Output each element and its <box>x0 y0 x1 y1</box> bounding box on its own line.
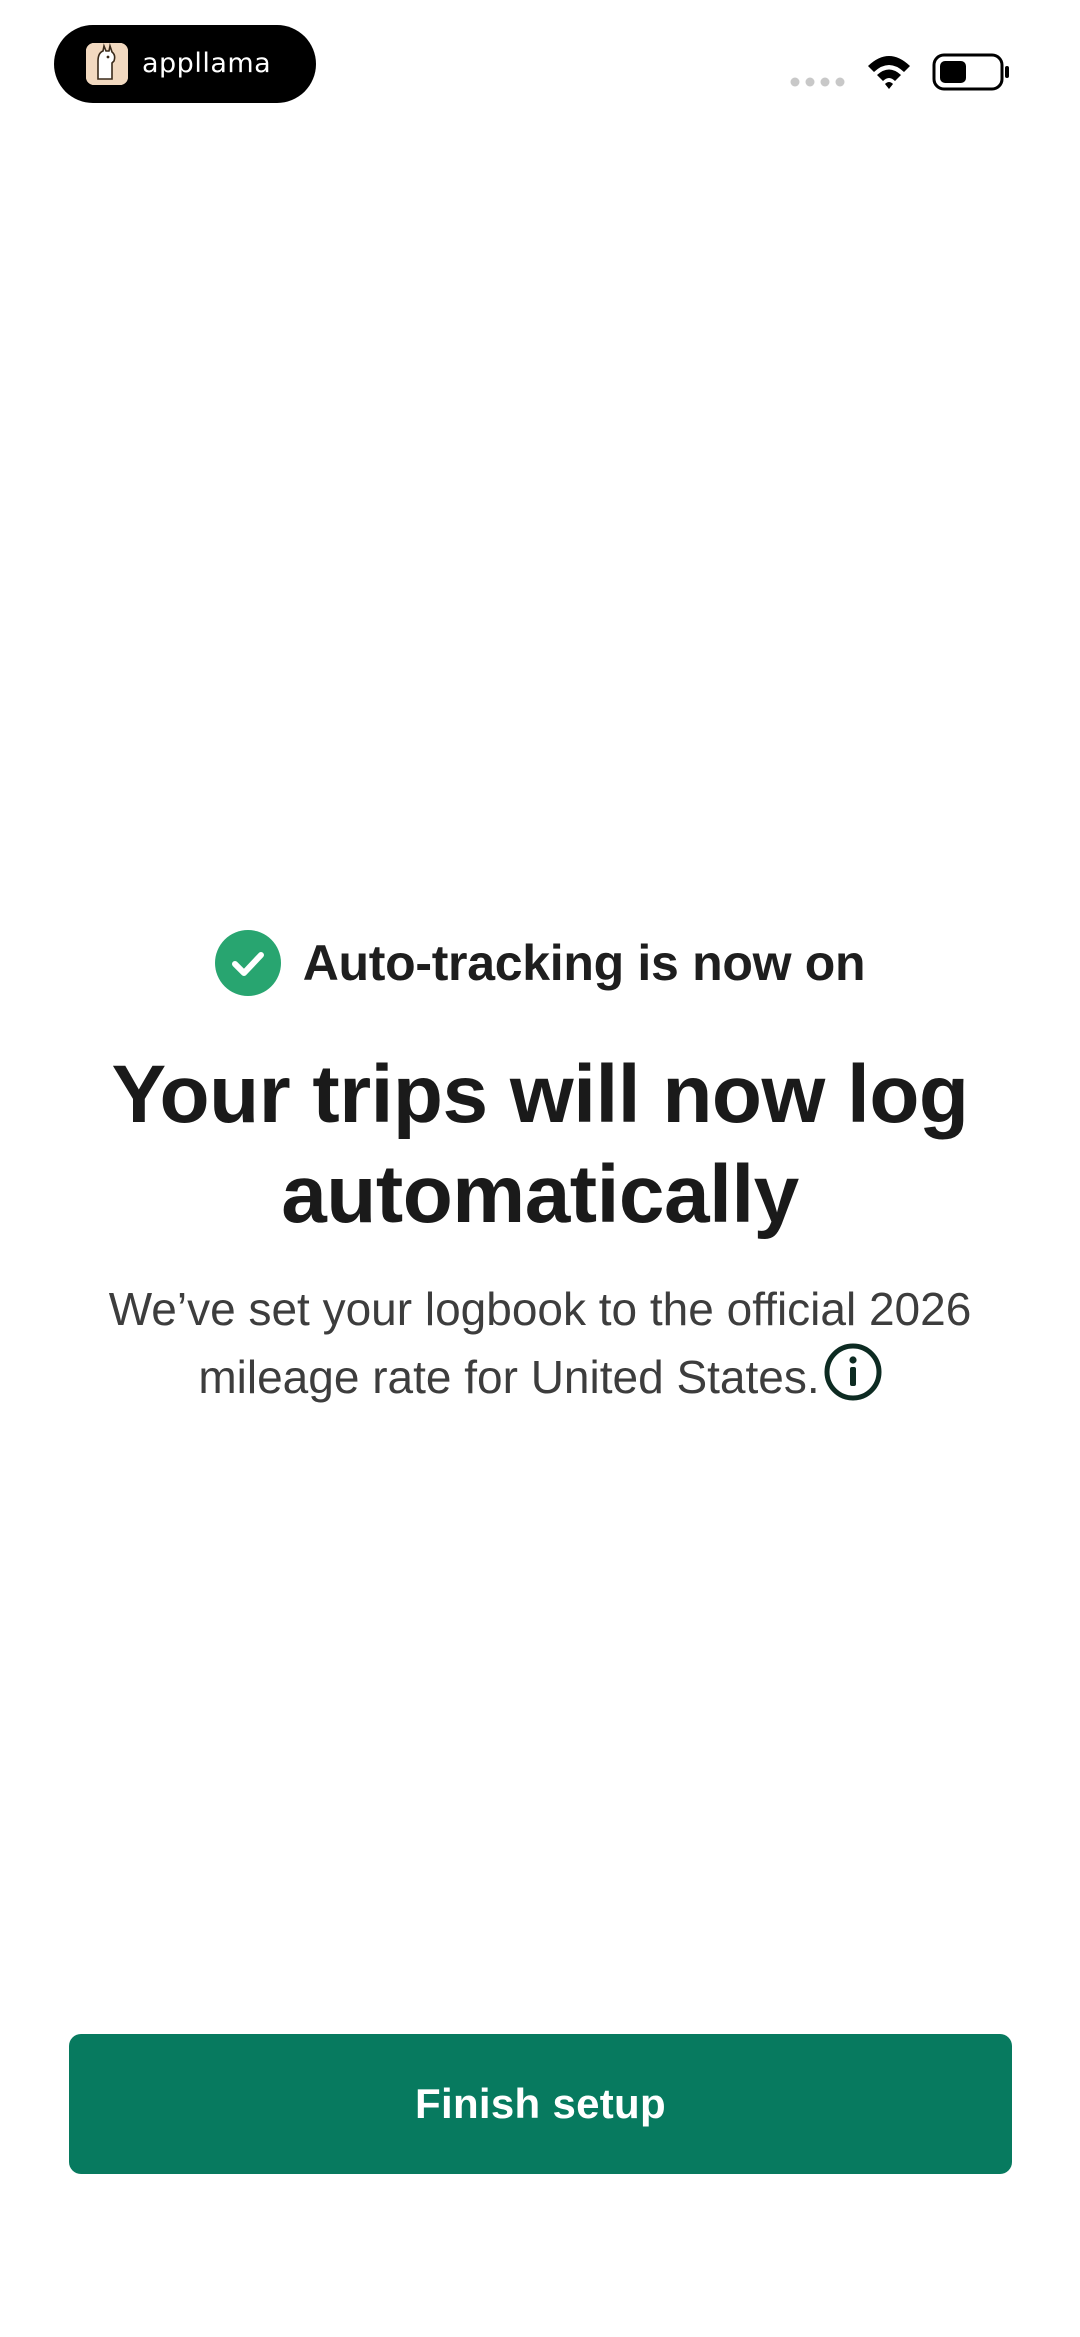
info-icon[interactable] <box>824 1343 882 1401</box>
tracking-status-text: Auto-tracking is now on <box>302 935 866 991</box>
status-bar: appllama <box>0 0 1080 110</box>
battery-icon <box>932 53 1009 91</box>
signal-dots-icon <box>790 77 845 87</box>
mileage-rate-description: We’ve set your logbook to the official 2… <box>60 1275 1020 1411</box>
finish-setup-button[interactable]: Finish setup <box>69 2034 1012 2174</box>
wifi-icon <box>868 56 910 89</box>
brand-pill: appllama <box>54 25 316 103</box>
tracking-status: Auto-tracking is now on <box>0 928 1080 998</box>
check-circle-icon <box>214 930 281 996</box>
page-title: Your trips will now log automatically <box>111 1049 969 1240</box>
brand-name: appllama <box>142 48 272 79</box>
llama-logo-icon <box>86 43 128 85</box>
